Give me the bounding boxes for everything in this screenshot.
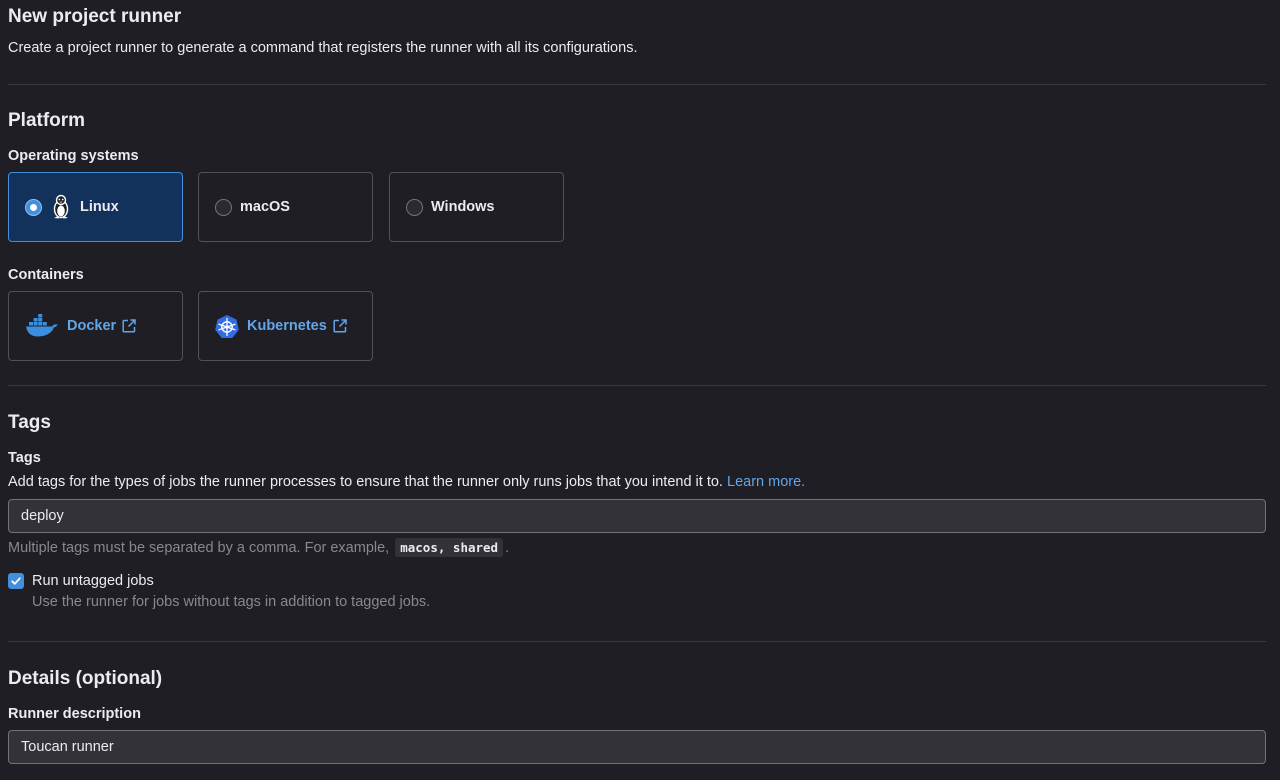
macos-radio[interactable] (215, 198, 232, 216)
docker-link[interactable]: Docker (67, 318, 116, 334)
checkmark-icon (11, 577, 21, 585)
external-link-icon (122, 319, 136, 333)
container-docker[interactable]: Docker (8, 291, 183, 361)
linux-tux-icon (50, 194, 72, 220)
containers-label: Containers (8, 267, 84, 283)
page-subtitle: Create a project runner to generate a co… (8, 40, 638, 56)
tags-help-text: Multiple tags must be separated by a com… (8, 540, 390, 556)
os-label: Operating systems (8, 148, 139, 164)
details-heading: Details (optional) (8, 668, 163, 689)
runner-description-label: Runner description (8, 706, 141, 722)
page-title: New project runner (8, 6, 182, 27)
platform-heading: Platform (8, 110, 86, 131)
docker-icon (25, 314, 59, 338)
tags-help: Multiple tags must be separated by a com… (8, 538, 510, 557)
kubernetes-link[interactable]: Kubernetes (247, 318, 327, 334)
runner-description-input[interactable] (8, 730, 1266, 764)
divider (8, 641, 1266, 642)
tags-label: Tags (8, 450, 41, 466)
divider (8, 385, 1266, 386)
divider (8, 84, 1266, 85)
windows-label: Windows (431, 199, 495, 215)
kubernetes-icon (215, 314, 239, 338)
run-untagged-help: Use the runner for jobs without tags in … (32, 594, 431, 610)
windows-radio[interactable] (406, 198, 423, 216)
linux-label: Linux (80, 199, 119, 215)
run-untagged-checkbox[interactable] (8, 573, 24, 589)
run-untagged-label[interactable]: Run untagged jobs (32, 573, 154, 589)
external-link-icon (333, 319, 347, 333)
tags-help-suffix: . (505, 540, 510, 556)
tags-description-text: Add tags for the types of jobs the runne… (8, 474, 723, 490)
tags-description: Add tags for the types of jobs the runne… (8, 474, 805, 490)
os-option-macos[interactable]: macOS (198, 172, 373, 242)
tags-heading: Tags (8, 412, 51, 433)
learn-more-link[interactable]: Learn more. (727, 474, 805, 490)
macos-label: macOS (240, 199, 290, 215)
tags-example-code: macos, shared (395, 538, 504, 557)
os-option-windows[interactable]: Windows (389, 172, 564, 242)
linux-radio[interactable] (25, 198, 42, 216)
os-option-linux[interactable]: Linux (8, 172, 183, 242)
container-kubernetes[interactable]: Kubernetes (198, 291, 373, 361)
tags-input[interactable] (8, 499, 1266, 533)
